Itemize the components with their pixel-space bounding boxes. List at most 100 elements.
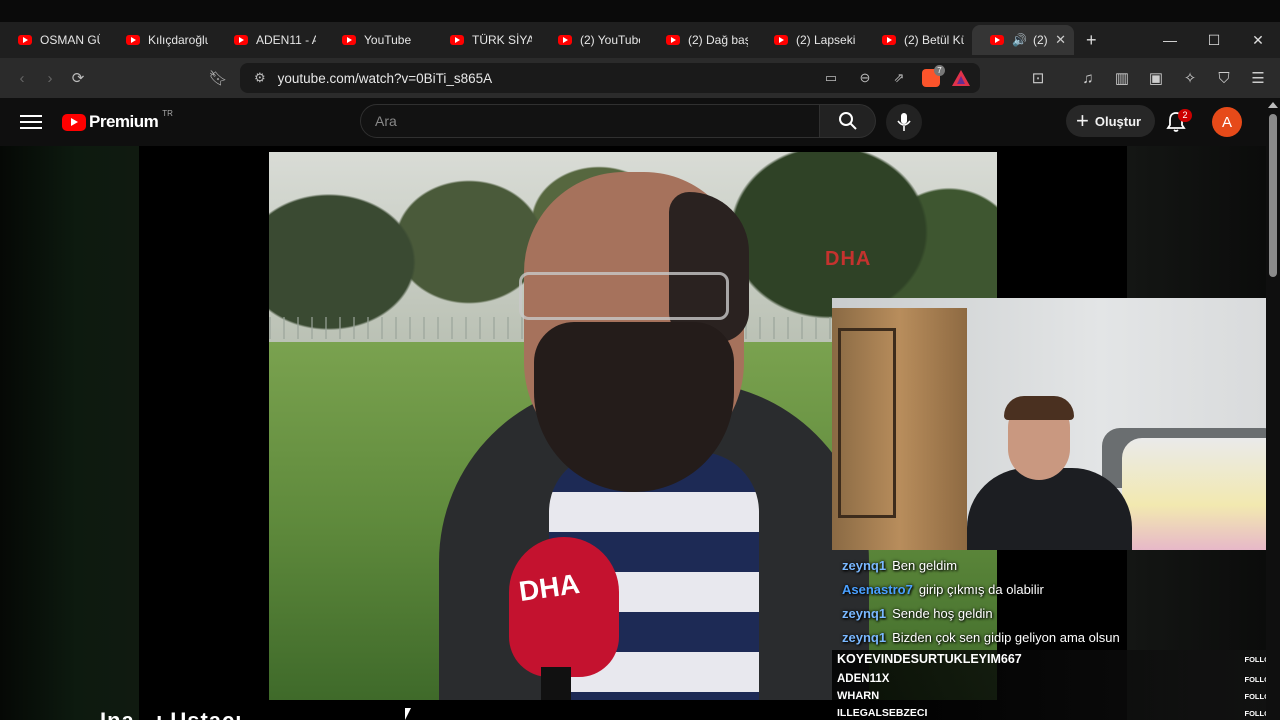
wardrobe-door [838,328,896,518]
create-label: Oluştur [1094,113,1142,129]
tab-label: ADEN11 - A [256,33,316,47]
tab[interactable]: OSMAN GÜ [0,25,108,55]
youtube-favicon-icon [666,35,680,45]
ambient-glow-left [0,146,139,720]
zoom-icon[interactable]: ⊖ [854,67,876,89]
tab[interactable]: Kılıçdaroğlu [108,25,216,55]
wallet-icon[interactable]: ▣ [1142,64,1170,92]
tab-label: (2) n [1032,33,1048,47]
recent-follows: KOYEVINDESURTUKLEYIM667 FOLLOW ADEN11X FOL… [832,650,1280,720]
share-icon[interactable]: ⇗ [888,67,910,89]
follow-name: KOYEVINDESURTUKLEYIM667 [837,652,1022,666]
omnibox-actions: ▭ ⊖ ⇗ 7 [820,65,970,89]
address-bar[interactable]: ⚙︎ youtube.com/watch?v=0BiTi_s865A ▭ ⊖ ⇗… [240,63,980,93]
tab-label: TÜRK SİYAS [472,33,532,47]
scroll-up-icon[interactable] [1268,102,1278,108]
top-strip [0,0,1280,22]
webcam-overlay [832,298,1280,550]
bookmark-icon[interactable]: 🔖︎ [204,64,232,92]
menu-icon[interactable]: ☰ [1244,64,1272,92]
guide-menu-icon[interactable] [20,112,42,132]
follow-item: ILLEGALSEBZECI FOLLOW [837,707,1277,719]
chat-message: zeynq1 Ben geldim [836,554,1280,578]
tab[interactable]: (2) YouTube [540,25,648,55]
follow-name: ILLEGALSEBZECI [837,707,928,719]
youtube-header: Premium TR + Oluştur 2 A [0,98,1280,146]
tab[interactable]: TÜRK SİYAS [432,25,540,55]
follow-item: WHARN FOLLOW [837,690,1277,702]
voice-search-button[interactable] [886,104,922,140]
screen: OSMAN GÜ Kılıçdaroğlu ADEN11 - A YouTube… [0,0,1280,720]
vpn-icon[interactable]: ⛉ [1210,64,1238,92]
streamer-hair [1004,396,1074,420]
reload-icon[interactable]: ⟳ [64,64,92,92]
window-close-icon[interactable]: ✕ [1236,22,1280,58]
follow-name: ADEN11X [837,673,890,685]
search-button[interactable] [820,104,876,138]
youtube-favicon-icon [558,35,572,45]
brave-shields-icon[interactable]: 7 [922,65,945,87]
toolbar: ‹ › ⟳ 🔖︎ ⚙︎ youtube.com/watch?v=0BiTi_s8… [0,58,1280,98]
tab[interactable]: (2) Betül Kü [864,25,972,55]
tab[interactable]: (2) Lapseki [756,25,864,55]
avatar[interactable]: A [1212,107,1242,137]
follow-item: ADEN11X FOLLOW [837,673,1277,685]
tab[interactable]: YouTube [324,25,432,55]
chat-text: Bizden çok sen gidip geliyon ama olsun [892,630,1120,645]
new-tab-button[interactable]: + [1086,30,1097,51]
logo-text: Premium [89,112,159,131]
tab[interactable]: (2) Dağ baş [648,25,756,55]
tab-label: (2) Betül Kü [904,33,964,47]
chat-user: Asenastro7 [842,582,913,597]
maximize-icon[interactable]: ☐ [1192,22,1236,58]
glasses [519,272,729,320]
screenshot-icon[interactable]: ⊡ [1024,64,1052,92]
site-settings-icon[interactable]: ⚙︎ [254,70,266,86]
chat-text: Ben geldim [892,558,958,573]
country-code: TR [162,108,173,118]
brave-rewards-icon[interactable] [952,70,970,86]
chat-user: zeynq1 [842,606,887,621]
youtube-favicon-icon [774,35,788,45]
create-button[interactable]: + Oluştur [1066,105,1156,137]
chat-text: girip çıkmış da olabilir [918,582,1044,597]
youtube-play-icon [62,113,86,131]
tab-label: (2) YouTube [580,33,640,47]
video-title[interactable]: Ina...ı Ustacı [100,708,242,720]
chat-message: zeynq1 Sende hoş geldin [836,602,1280,626]
plus-icon: + [1076,108,1089,133]
scroll-thumb[interactable] [1269,114,1277,277]
toolbar-actions: ⊡ ♫ ▥ ▣ ✧ ⛉ ☰ [1024,58,1280,98]
tab-label: (2) Lapseki [796,33,856,47]
tab-bar: OSMAN GÜ Kılıçdaroğlu ADEN11 - A YouTube… [0,22,1280,58]
tab-label: Kılıçdaroğlu [148,33,208,47]
close-tab-icon[interactable]: ✕ [1055,32,1066,48]
tab-active[interactable]: 🔊 (2) n ✕ [972,25,1074,55]
leo-ai-icon[interactable]: ✧ [1176,64,1204,92]
media-icon[interactable]: ♫ [1074,64,1102,92]
chat-user: zeynq1 [842,630,887,645]
microphone-handle [541,667,571,700]
search-box [360,104,876,138]
search-input[interactable] [360,104,820,138]
tab[interactable]: ADEN11 - A [216,25,324,55]
cast-icon[interactable]: ▭ [820,67,842,89]
sidebar-icon[interactable]: ▥ [1108,64,1136,92]
page-scrollbar[interactable] [1266,98,1280,720]
dha-watermark: DHA [825,248,872,270]
forward-icon[interactable]: › [36,64,64,92]
follow-item: KOYEVINDESURTUKLEYIM667 FOLLOW [837,652,1277,666]
speaker-icon[interactable]: 🔊 [1012,33,1027,47]
notifications-button[interactable]: 2 [1164,108,1192,136]
chat-overlay: zeynq1 Ben geldim Asenastro7 girip çıkmış … [836,554,1280,650]
tab-label: YouTube [364,33,412,47]
mouse-cursor-icon [405,708,411,720]
chat-message: Asenastro7 girip çıkmış da olabilir [836,578,1280,602]
back-icon[interactable]: ‹ [8,64,36,92]
youtube-favicon-icon [882,35,896,45]
youtube-favicon-icon [126,35,140,45]
minimize-icon[interactable]: — [1148,22,1192,58]
tab-label: (2) Dağ baş [688,33,748,47]
follow-name: WHARN [837,690,880,702]
youtube-logo[interactable]: Premium TR [62,108,173,132]
